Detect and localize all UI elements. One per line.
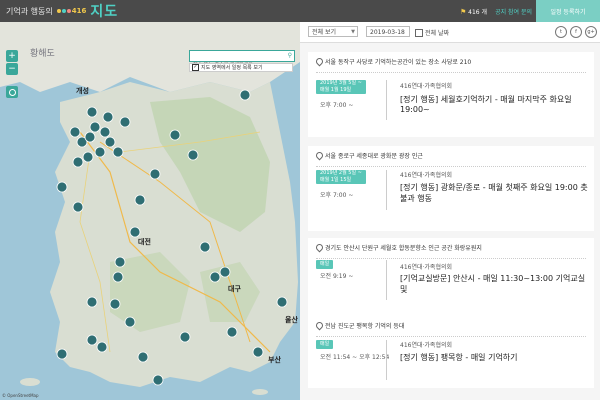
facebook-icon[interactable]: f xyxy=(570,26,582,38)
zoom-controls: + − xyxy=(6,50,18,76)
category-select-value: 전체 보기 xyxy=(312,29,336,36)
map-attribution: © OpenStreetMap xyxy=(2,393,39,398)
city-label-daegu: 대구 xyxy=(228,285,241,293)
checkbox-icon[interactable] xyxy=(415,28,423,37)
event-organizer: 416연대·가족협의회 xyxy=(400,264,452,271)
category-select[interactable]: 전체 보기 ▼ xyxy=(308,26,358,37)
brand-416-mark: 416 xyxy=(56,7,87,15)
korea-map-svg xyxy=(0,22,300,395)
googleplus-icon[interactable]: g+ xyxy=(585,26,597,38)
event-date-badge: 2019년 2월 5일 ~ 매월 1일 15일 xyxy=(316,170,366,184)
brand-number: 416 xyxy=(71,7,87,15)
map-pin-icon xyxy=(314,150,325,161)
zoom-in-button[interactable]: + xyxy=(6,50,18,62)
filter-bar: 전체 보기 ▼ 2019-03-18 전체 날짜 t f g+ xyxy=(300,22,600,43)
twitter-icon[interactable]: t xyxy=(555,26,567,38)
all-dates-label: 전체 날짜 xyxy=(425,30,449,37)
people-icon xyxy=(56,9,71,13)
divider xyxy=(386,170,387,210)
event-date-badge: 매일 xyxy=(316,260,334,269)
event-location: 서울 종로구 세종대로 광화문 광장 인근 xyxy=(314,150,423,161)
event-location: 전남 진도군 팽목항 기억의 등대 xyxy=(314,320,404,331)
brand-text: 기억과 행동의 xyxy=(6,6,53,16)
event-card[interactable]: 경기도 안산시 단원구 세월호 합동분향소 인근 공간 화랑유원지 매일 오전 … xyxy=(308,238,594,323)
chevron-down-icon: ▼ xyxy=(351,29,355,35)
event-location: 경기도 안산시 단원구 세월호 합동분향소 인근 공간 화랑유원지 xyxy=(314,242,482,253)
brand-logo[interactable]: 기억과 행동의 416 지도 xyxy=(6,0,118,22)
target-icon xyxy=(8,88,16,96)
header-links[interactable]: 공지 참여 문의 xyxy=(495,7,532,16)
checkbox-checked-icon[interactable]: ✓ xyxy=(192,64,199,71)
top-bar: 기억과 행동의 416 지도 ⚑ 416 개 공지 참여 문의 일정 등록하기 xyxy=(0,0,600,22)
divider xyxy=(386,80,387,120)
event-date-badge: 매일 xyxy=(316,340,334,349)
city-label-daejeon: 대전 xyxy=(138,238,151,246)
map-search-box: ⚲ xyxy=(189,50,295,70)
city-label-ulsan: 울산 xyxy=(285,316,298,324)
event-organizer: 416연대·가족협의회 xyxy=(400,172,452,179)
region-label: 황해도 xyxy=(30,49,55,59)
event-title[interactable]: [정기 행동] 팽목항 - 매일 기억하기 xyxy=(400,352,518,363)
divider xyxy=(316,258,586,259)
divider xyxy=(386,340,387,380)
event-location: 서울 동작구 사당로 기억하는공간이 있는 장소 사당로 210 xyxy=(314,56,471,67)
divider xyxy=(316,336,586,337)
event-count: 416 개 xyxy=(468,8,488,16)
city-label-gaeseong: 개성 xyxy=(76,87,89,95)
map-area-filter[interactable]: ✓ 지도 영역에서 일정 목록 보기 xyxy=(189,63,293,72)
brand-title: 지도 xyxy=(90,4,119,20)
divider xyxy=(386,260,387,300)
event-date-badge: 2019년 3월 5일 ~ 매월 1월 19일 xyxy=(316,80,366,94)
divider xyxy=(316,166,586,167)
event-time: 오후 7:00 ~ xyxy=(320,102,354,109)
event-title[interactable]: [정기 행동] 광화문/종로 - 매월 첫째주 화요일 19:00 촛불과 행동 xyxy=(400,182,594,204)
map-pin-icon xyxy=(314,56,325,67)
date-field[interactable]: 2019-03-18 xyxy=(366,26,410,37)
event-organizer: 416연대·가족협의회 xyxy=(400,83,452,90)
zoom-out-button[interactable]: − xyxy=(6,63,18,75)
event-card[interactable]: 서울 동작구 사당로 기억하는공간이 있는 장소 사당로 210 2019년 3… xyxy=(308,52,594,137)
event-card[interactable]: 서울 종로구 세종대로 광화문 광장 인근 2019년 2월 5일 ~ 매월 1일… xyxy=(308,146,594,231)
map-pin-icon xyxy=(314,242,325,253)
register-event-button[interactable]: 일정 등록하기 xyxy=(536,0,600,22)
event-list-panel: 전체 보기 ▼ 2019-03-18 전체 날짜 t f g+ 서울 동작구 사… xyxy=(300,22,600,400)
event-counter: ⚑ 416 개 xyxy=(460,7,487,16)
map-pin-icon xyxy=(314,320,325,331)
map-area-filter-label: 지도 영역에서 일정 목록 보기 xyxy=(201,65,263,71)
event-card[interactable]: 전남 진도군 팽목항 기억의 등대 매일 오전 11:54 ~ 오후 12:54… xyxy=(308,316,594,388)
event-title[interactable]: [기억교실방문] 안산시 - 매일 11:30~13:00 기억교실 및 xyxy=(400,273,594,295)
divider xyxy=(316,72,586,73)
event-organizer: 416연대·가족협의회 xyxy=(400,342,452,349)
event-title[interactable]: [정기 행동] 세월호기억하기 - 매월 마지막주 화요일 19:00~ xyxy=(400,94,594,114)
map-area[interactable]: + − ⚲ ✓ 지도 영역에서 일정 목록 보기 황해도 개성 대전 대구 울산… xyxy=(0,22,300,400)
header-info: ⚑ 416 개 공지 참여 문의 xyxy=(460,0,532,22)
search-icon[interactable]: ⚲ xyxy=(288,52,292,59)
flag-icon: ⚑ xyxy=(459,7,467,16)
event-time: 오전 9:19 ~ xyxy=(320,273,354,280)
city-label-busan: 부산 xyxy=(268,356,281,364)
all-dates-checkbox[interactable]: 전체 날짜 xyxy=(415,28,449,37)
event-time: 오전 11:54 ~ 오후 12:54 xyxy=(320,354,390,361)
locate-button[interactable] xyxy=(6,86,18,98)
event-time: 오후 7:00 ~ xyxy=(320,192,354,199)
